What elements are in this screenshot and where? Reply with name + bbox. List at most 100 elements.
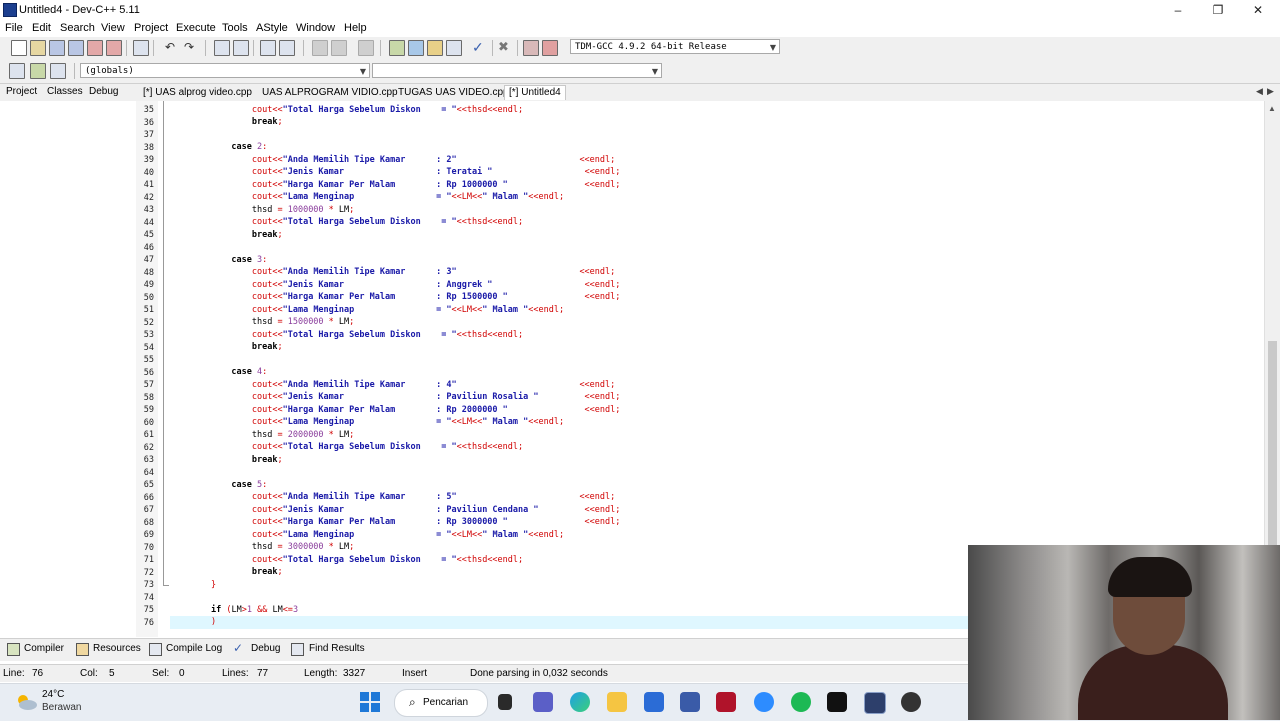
save-all-icon[interactable] bbox=[68, 40, 84, 56]
tab-find-results[interactable]: Find Results bbox=[309, 643, 365, 654]
remove-from-project-icon[interactable] bbox=[331, 40, 347, 56]
file-tab-tugas-uas-video[interactable]: TUGAS UAS VIDEO.cpp bbox=[398, 86, 509, 100]
open-file-icon[interactable] bbox=[30, 40, 46, 56]
symbol-select[interactable]: ▼ bbox=[372, 63, 662, 78]
teams-chat-icon[interactable] bbox=[533, 692, 553, 712]
menu-help[interactable]: Help bbox=[344, 22, 367, 34]
close-all-icon[interactable] bbox=[106, 40, 122, 56]
menu-window[interactable]: Window bbox=[296, 22, 335, 34]
fullscreen-icon[interactable] bbox=[279, 40, 295, 56]
code-line[interactable]: cout<<"Harga Kamar Per Malam : Rp 200000… bbox=[170, 404, 1265, 417]
code-line[interactable]: cout<<"Total Harga Sebelum Diskon = "<<t… bbox=[170, 441, 1265, 454]
tab-scroll-right-icon[interactable]: ▶ bbox=[1267, 86, 1274, 97]
project-options-icon[interactable] bbox=[358, 40, 374, 56]
replace-icon[interactable] bbox=[233, 40, 249, 56]
code-line[interactable]: case 5: bbox=[170, 479, 1265, 492]
code-line[interactable]: cout<<"Harga Kamar Per Malam : Rp 150000… bbox=[170, 291, 1265, 304]
code-line[interactable]: break; bbox=[170, 229, 1265, 242]
code-line[interactable] bbox=[170, 241, 1265, 254]
tab-project[interactable]: Project bbox=[6, 86, 37, 97]
menu-edit[interactable]: Edit bbox=[32, 22, 51, 34]
code-line[interactable]: cout<<"Anda Memilih Tipe Kamar : 5" <<en… bbox=[170, 491, 1265, 504]
menu-search[interactable]: Search bbox=[60, 22, 95, 34]
file-explorer-icon[interactable] bbox=[607, 692, 627, 712]
close-button[interactable]: ✕ bbox=[1238, 1, 1278, 19]
file-tab-untitled4[interactable]: [*] Untitled4 bbox=[504, 85, 566, 100]
code-line[interactable]: cout<<"Total Harga Sebelum Diskon = "<<t… bbox=[170, 104, 1265, 117]
code-line[interactable]: case 2: bbox=[170, 141, 1265, 154]
delete-profile-icon[interactable] bbox=[542, 40, 558, 56]
menu-view[interactable]: View bbox=[101, 22, 125, 34]
code-line[interactable]: case 3: bbox=[170, 254, 1265, 267]
code-line[interactable]: cout<<"Lama Menginap = "<<LM<<" Malam "<… bbox=[170, 529, 1265, 542]
new-file-icon[interactable] bbox=[11, 40, 27, 56]
tab-compiler[interactable]: Compiler bbox=[24, 643, 64, 654]
menu-tools[interactable]: Tools bbox=[222, 22, 248, 34]
scope-select[interactable]: (globals) ▼ bbox=[80, 63, 370, 78]
find-icon[interactable] bbox=[214, 40, 230, 56]
code-line[interactable]: break; bbox=[170, 341, 1265, 354]
code-line[interactable]: cout<<"Jenis Kamar : Teratai " <<endl; bbox=[170, 166, 1265, 179]
code-line[interactable] bbox=[170, 466, 1265, 479]
undo-icon[interactable]: ↶ bbox=[165, 40, 179, 54]
goto-line-icon[interactable] bbox=[260, 40, 276, 56]
compile-run-icon[interactable] bbox=[427, 40, 443, 56]
code-line[interactable]: cout<<"Harga Kamar Per Malam : Rp 300000… bbox=[170, 516, 1265, 529]
menu-execute[interactable]: Execute bbox=[176, 22, 216, 34]
microsoft-store-icon[interactable] bbox=[644, 692, 664, 712]
code-line[interactable]: cout<<"Lama Menginap = "<<LM<<" Malam "<… bbox=[170, 416, 1265, 429]
code-line[interactable]: cout<<"Lama Menginap = "<<LM<<" Malam "<… bbox=[170, 304, 1265, 317]
tab-compile-log[interactable]: Compile Log bbox=[166, 643, 222, 654]
compile-icon[interactable] bbox=[389, 40, 405, 56]
compiler-select[interactable]: TDM-GCC 4.9.2 64-bit Release ▼ bbox=[570, 39, 780, 54]
menu-file[interactable]: File bbox=[5, 22, 23, 34]
tab-resources[interactable]: Resources bbox=[93, 643, 141, 654]
code-line[interactable] bbox=[170, 354, 1265, 367]
tab-debug-output[interactable]: Debug bbox=[251, 643, 280, 654]
code-line[interactable]: cout<<"Harga Kamar Per Malam : Rp 100000… bbox=[170, 179, 1265, 192]
taskbar-search[interactable]: ⌕ Pencarian bbox=[394, 689, 488, 717]
menu-project[interactable]: Project bbox=[134, 22, 168, 34]
windows-start-icon[interactable] bbox=[360, 692, 380, 712]
code-line[interactable]: break; bbox=[170, 116, 1265, 129]
code-line[interactable] bbox=[170, 129, 1265, 142]
code-line[interactable]: thsd = 1500000 * LM; bbox=[170, 316, 1265, 329]
syntax-check-icon[interactable]: ✓ bbox=[472, 40, 486, 54]
scroll-up-icon[interactable]: ▲ bbox=[1268, 104, 1276, 113]
code-line[interactable]: cout<<"Lama Menginap = "<<LM<<" Malam "<… bbox=[170, 191, 1265, 204]
print-icon[interactable] bbox=[133, 40, 149, 56]
app-icon[interactable] bbox=[680, 692, 700, 712]
minimize-button[interactable]: – bbox=[1158, 1, 1198, 19]
code-line[interactable]: cout<<"Total Harga Sebelum Diskon = "<<t… bbox=[170, 216, 1265, 229]
zoom-icon[interactable] bbox=[754, 692, 774, 712]
edge-browser-icon[interactable] bbox=[570, 692, 590, 712]
rebuild-all-icon[interactable] bbox=[446, 40, 462, 56]
tab-scroll-left-icon[interactable]: ◀ bbox=[1256, 86, 1263, 97]
code-line[interactable]: cout<<"Jenis Kamar : Paviliun Cendana " … bbox=[170, 504, 1265, 517]
code-line[interactable]: cout<<"Anda Memilih Tipe Kamar : 4" <<en… bbox=[170, 379, 1265, 392]
devcpp-taskbar-icon[interactable] bbox=[864, 692, 886, 714]
spotify-icon[interactable] bbox=[791, 692, 811, 712]
add-to-project-icon[interactable] bbox=[312, 40, 328, 56]
close-file-icon[interactable] bbox=[87, 40, 103, 56]
menu-astyle[interactable]: AStyle bbox=[256, 22, 288, 34]
code-line[interactable]: break; bbox=[170, 454, 1265, 467]
mcafee-icon[interactable] bbox=[716, 692, 736, 712]
insert-icon[interactable] bbox=[9, 63, 25, 79]
task-view-icon[interactable] bbox=[498, 694, 512, 710]
restore-button[interactable]: ❐ bbox=[1198, 1, 1238, 19]
code-line[interactable]: cout<<"Jenis Kamar : Anggrek " <<endl; bbox=[170, 279, 1265, 292]
tab-debug[interactable]: Debug bbox=[89, 86, 118, 97]
save-icon[interactable] bbox=[49, 40, 65, 56]
goto-bookmark-icon[interactable] bbox=[50, 63, 66, 79]
stop-execution-icon[interactable]: ✖ bbox=[498, 40, 512, 54]
code-line[interactable]: cout<<"Jenis Kamar : Paviliun Rosalia " … bbox=[170, 391, 1265, 404]
profile-icon[interactable] bbox=[523, 40, 539, 56]
file-tab-uas-alprog-video[interactable]: [*] UAS alprog video.cpp bbox=[143, 86, 252, 100]
tab-classes[interactable]: Classes bbox=[47, 86, 83, 97]
run-icon[interactable] bbox=[408, 40, 424, 56]
code-line[interactable]: thsd = 1000000 * LM; bbox=[170, 204, 1265, 217]
code-line[interactable]: cout<<"Total Harga Sebelum Diskon = "<<t… bbox=[170, 329, 1265, 342]
code-line[interactable]: case 4: bbox=[170, 366, 1265, 379]
file-tab-uas-alprogram-vidio[interactable]: UAS ALPROGRAM VIDIO.cpp bbox=[262, 86, 398, 100]
